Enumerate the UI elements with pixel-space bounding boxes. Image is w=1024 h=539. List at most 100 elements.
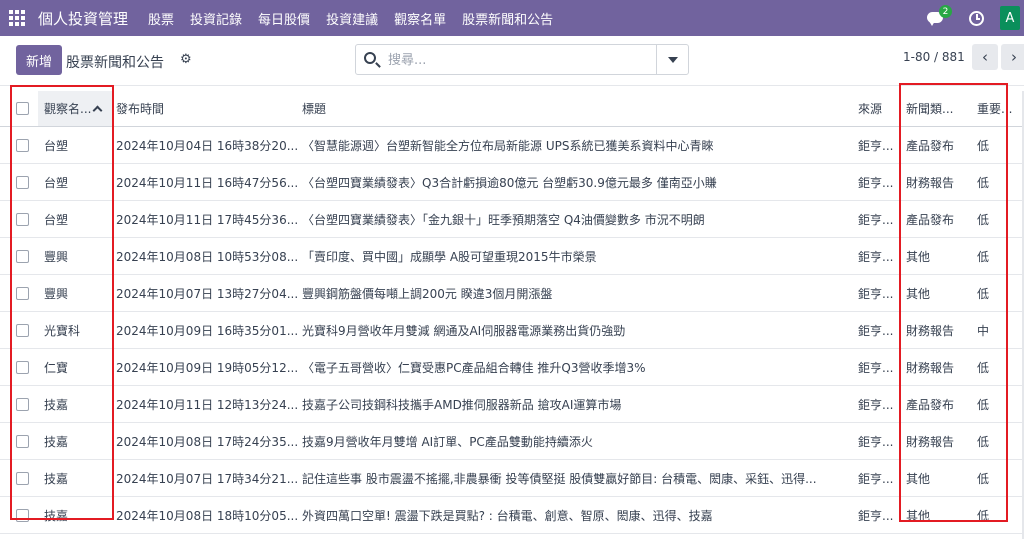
cell-name: 技嘉 <box>44 397 69 412</box>
table-row[interactable]: 豐興 2024年10月07日 13時27分04... 豐興鋼筋盤價每噸上調200… <box>0 275 1024 312</box>
row-checkbox[interactable] <box>16 471 29 485</box>
clock-icon[interactable] <box>969 10 984 26</box>
cell-title: 「賣印度、買中國」成顯學 A股可望重現2015牛市榮景 <box>302 249 597 264</box>
cell-source: 鉅亨... <box>858 508 894 523</box>
row-checkbox[interactable] <box>16 286 29 300</box>
nav-item-stock-news[interactable]: 股票新聞和公告 <box>462 9 553 28</box>
table-row[interactable]: 技嘉 2024年10月08日 18時10分05... 外資四萬口空單! 震盪下跌… <box>0 497 1024 534</box>
cell-source: 鉅亨... <box>858 175 894 190</box>
header-news-type[interactable]: 新聞類... <box>902 91 972 126</box>
search-input[interactable] <box>388 49 648 71</box>
cell-name: 豐興 <box>44 286 69 301</box>
nav-item-watchlist[interactable]: 觀察名單 <box>394 9 446 28</box>
cell-name: 豐興 <box>44 249 69 264</box>
row-checkbox[interactable] <box>16 434 29 448</box>
cell-title: 技嘉9月營收年月雙增 AI訂單、PC產品雙動能持續添火 <box>302 434 593 449</box>
search-options-toggle[interactable] <box>656 45 688 74</box>
cell-time: 2024年10月11日 12時13分24... <box>116 397 298 412</box>
pager-previous-button[interactable]: ‹ <box>972 44 998 70</box>
cell-name: 技嘉 <box>44 508 69 523</box>
nav-item-daily-prices[interactable]: 每日股價 <box>258 9 310 28</box>
table-row[interactable]: 技嘉 2024年10月07日 17時34分21... 記住這些事 股市震盪不搖擺… <box>0 460 1024 497</box>
cell-time: 2024年10月07日 13時27分04... <box>116 286 298 301</box>
nav-item-investment-advice[interactable]: 投資建議 <box>326 9 378 28</box>
cell-source: 鉅亨... <box>858 471 894 486</box>
row-checkbox[interactable] <box>16 138 29 152</box>
nav-item-investment-records[interactable]: 投資記錄 <box>190 9 242 28</box>
cell-name: 仁寶 <box>44 360 69 375</box>
header-importance[interactable]: 重要... <box>972 91 1024 126</box>
header-title[interactable]: 標題 <box>298 91 852 126</box>
user-avatar[interactable]: A <box>1000 6 1020 30</box>
cell-type: 其他 <box>906 508 931 523</box>
row-checkbox[interactable] <box>16 175 29 189</box>
cell-time: 2024年10月11日 16時47分56... <box>116 175 298 190</box>
select-all-checkbox[interactable] <box>16 102 29 115</box>
cell-title: 〈台塑四寶業績發表〉「金九銀十」旺季預期落空 Q4油價變數多 市況不明朗 <box>302 212 705 227</box>
navbar-systray: 2 A <box>927 0 1024 36</box>
cell-title: 外資四萬口空單! 震盪下跌是買點? : 台積電、創意、智原、閎康、迅得、技嘉 <box>302 508 713 523</box>
row-checkbox[interactable] <box>16 249 29 263</box>
cell-type: 財務報告 <box>906 323 955 338</box>
cell-importance: 低 <box>977 175 990 190</box>
cell-source: 鉅亨... <box>858 249 894 264</box>
cell-type: 其他 <box>906 471 931 486</box>
row-checkbox[interactable] <box>16 360 29 374</box>
cell-type: 財務報告 <box>906 175 955 190</box>
chat-count-badge: 2 <box>939 5 952 18</box>
table-row[interactable]: 光寶科 2024年10月09日 16時35分01... 光寶科9月營收年月雙減 … <box>0 312 1024 349</box>
cell-source: 鉅亨... <box>858 212 894 227</box>
nav-item-stocks[interactable]: 股票 <box>148 9 174 28</box>
table-row[interactable]: 台塑 2024年10月04日 16時38分20... 〈智慧能源週〉台塑新智能全… <box>0 127 1024 164</box>
cell-importance: 低 <box>977 434 990 449</box>
gear-icon[interactable]: ⚙ <box>180 53 193 66</box>
header-source[interactable]: 來源 <box>852 91 902 126</box>
cell-source: 鉅亨... <box>858 397 894 412</box>
cell-type: 財務報告 <box>906 434 955 449</box>
cell-source: 鉅亨... <box>858 138 894 153</box>
control-panel: 新增 股票新聞和公告 ⚙ 1-80 / 881 ‹ › <box>0 36 1024 86</box>
cell-type: 產品發布 <box>906 138 955 153</box>
search-icon <box>364 52 376 64</box>
cell-name: 技嘉 <box>44 434 69 449</box>
table-row[interactable]: 技嘉 2024年10月11日 12時13分24... 技嘉子公司技鋼科技攜手AM… <box>0 386 1024 423</box>
cell-name: 技嘉 <box>44 471 69 486</box>
pager-value[interactable]: 1-80 / 881 <box>903 50 965 64</box>
header-publish-time[interactable]: 發布時間 <box>112 91 298 126</box>
row-checkbox[interactable] <box>16 508 29 522</box>
cell-type: 產品發布 <box>906 212 955 227</box>
table-row[interactable]: 豐興 2024年10月08日 10時53分08... 「賣印度、買中國」成顯學 … <box>0 238 1024 275</box>
app-brand[interactable]: 個人投資管理 <box>38 8 128 29</box>
table-row[interactable]: 技嘉 2024年10月08日 17時24分35... 技嘉9月營收年月雙增 AI… <box>0 423 1024 460</box>
cell-time: 2024年10月07日 17時34分21... <box>116 471 298 486</box>
cell-time: 2024年10月08日 18時10分05... <box>116 508 298 523</box>
cell-importance: 低 <box>977 212 990 227</box>
cell-importance: 低 <box>977 138 990 153</box>
cell-name: 光寶科 <box>44 323 81 338</box>
table-row[interactable]: 台塑 2024年10月11日 16時47分56... 〈台塑四寶業績發表〉Q3合… <box>0 164 1024 201</box>
row-checkbox[interactable] <box>16 212 29 226</box>
header-watchlist-name[interactable]: 觀察名... <box>38 91 112 126</box>
cell-type: 其他 <box>906 249 931 264</box>
cell-title: 〈台塑四寶業績發表〉Q3合計虧損逾80億元 台塑虧30.9億元最多 僅南亞小賺 <box>302 175 717 190</box>
table-row[interactable]: 台塑 2024年10月11日 17時45分36... 〈台塑四寶業績發表〉「金九… <box>0 201 1024 238</box>
row-checkbox[interactable] <box>16 323 29 337</box>
table-row[interactable]: 仁寶 2024年10月09日 19時05分12... 〈電子五哥營收〉仁寶受惠P… <box>0 349 1024 386</box>
cell-importance: 中 <box>977 323 990 338</box>
table-header: 觀察名... 發布時間 標題 來源 新聞類... 重要... <box>0 91 1024 127</box>
cell-name: 台塑 <box>44 138 69 153</box>
new-button[interactable]: 新增 <box>16 45 62 75</box>
apps-menu-icon[interactable] <box>0 0 34 36</box>
cell-importance: 低 <box>977 397 990 412</box>
cell-name: 台塑 <box>44 212 69 227</box>
cell-title: 豐興鋼筋盤價每噸上調200元 睽違3個月開漲盤 <box>302 286 553 301</box>
cell-time: 2024年10月11日 17時45分36... <box>116 212 298 227</box>
cell-time: 2024年10月04日 16時38分20... <box>116 138 298 153</box>
pager-next-button[interactable]: › <box>1001 44 1024 70</box>
cell-source: 鉅亨... <box>858 360 894 375</box>
cell-importance: 低 <box>977 249 990 264</box>
cell-time: 2024年10月08日 17時24分35... <box>116 434 298 449</box>
row-checkbox[interactable] <box>16 397 29 411</box>
cell-time: 2024年10月09日 16時35分01... <box>116 323 298 338</box>
chat-icon[interactable]: 2 <box>927 5 952 27</box>
